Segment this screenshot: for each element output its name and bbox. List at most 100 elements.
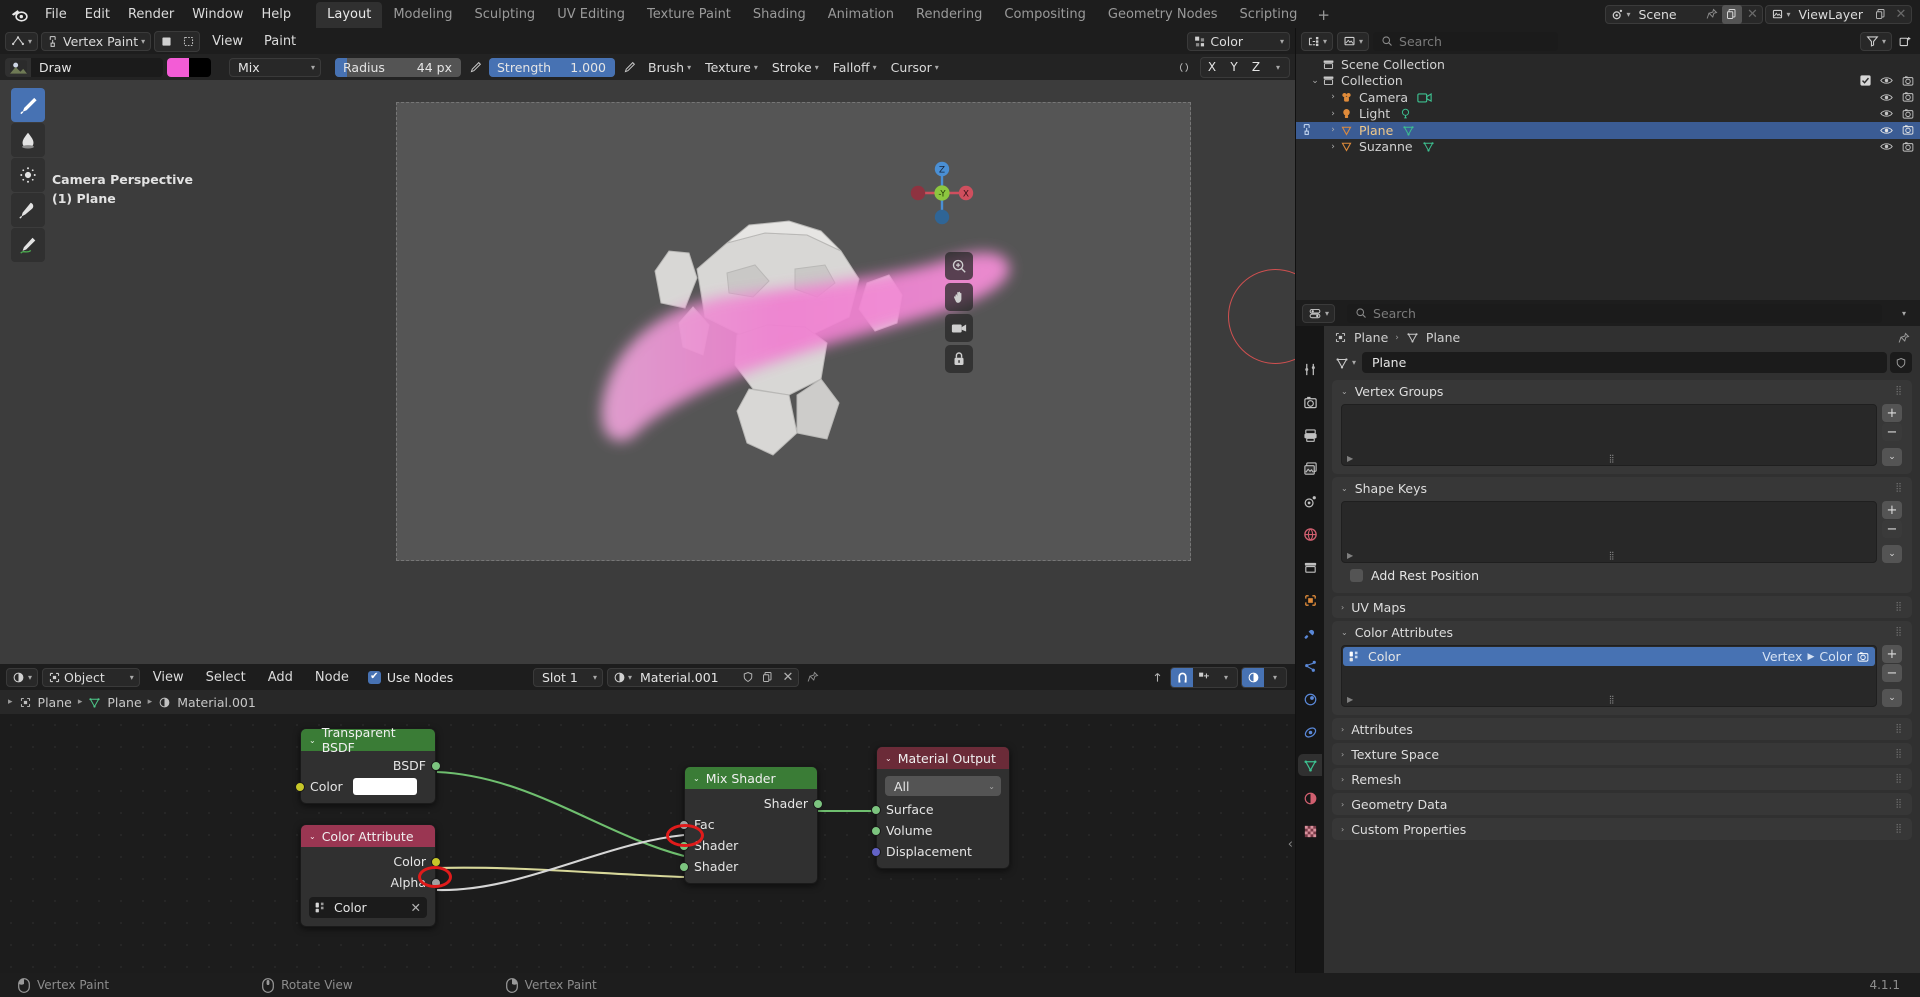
- transparent-bsdf-node[interactable]: ⌄ Transparent BSDF BSDF Color: [295, 725, 441, 804]
- brush-color-swatches[interactable]: [167, 57, 211, 77]
- scene-browse-icon[interactable]: ▾: [1606, 8, 1632, 21]
- annotate-tool[interactable]: [11, 228, 45, 262]
- collection-exclude-checkbox[interactable]: [1860, 75, 1871, 86]
- pin-material-icon[interactable]: [803, 668, 823, 687]
- panel-geometry-data[interactable]: › Geometry Data ⣿: [1332, 793, 1912, 815]
- material-name[interactable]: Material.001: [634, 670, 738, 685]
- shader-menu-add[interactable]: Add: [259, 670, 302, 685]
- color-attributes-list[interactable]: Color Vertex ▶ Color ▶ ⣿: [1341, 645, 1877, 707]
- menu-help[interactable]: Help: [253, 4, 301, 25]
- output-surface-socket[interactable]: [871, 804, 881, 815]
- view-layer-name[interactable]: ViewLayer: [1792, 7, 1871, 22]
- tab-modifiers[interactable]: [1298, 622, 1322, 644]
- tab-constraints[interactable]: [1298, 721, 1322, 743]
- mix-shader2-input-socket[interactable]: [679, 861, 689, 872]
- light-hide-viewport-icon[interactable]: [1880, 108, 1893, 119]
- tab-particles[interactable]: [1298, 655, 1322, 677]
- brush-popover[interactable]: Brush ▾: [643, 58, 696, 77]
- tab-animation[interactable]: Animation: [817, 2, 905, 28]
- radius-pressure-icon[interactable]: [465, 58, 485, 77]
- color-attribute-header[interactable]: ⌄ Color Attribute: [301, 825, 435, 847]
- add-vertex-group-button[interactable]: +: [1882, 404, 1902, 422]
- mix-shader-header[interactable]: ⌄ Mix Shader: [685, 767, 817, 789]
- tab-physics[interactable]: [1298, 688, 1322, 710]
- falloff-popover[interactable]: Falloff ▾: [828, 58, 882, 77]
- material-output-header[interactable]: ⌄ Material Output: [877, 747, 1009, 769]
- vertex-mask-icon[interactable]: [177, 32, 199, 51]
- view-layer-browse-icon[interactable]: ▾: [1766, 8, 1792, 21]
- mix-shader-node[interactable]: ⌄ Mix Shader Shader Fac Shader Shader: [679, 766, 823, 884]
- new-collection-icon[interactable]: [1895, 32, 1915, 51]
- vertex-groups-specials-menu[interactable]: ⌄: [1882, 448, 1902, 466]
- new-scene-icon[interactable]: [1722, 4, 1743, 24]
- tab-collection[interactable]: [1298, 556, 1322, 578]
- bsdf-output-row[interactable]: BSDF: [301, 755, 441, 776]
- shape-keys-specials-menu[interactable]: ⌄: [1882, 545, 1902, 563]
- camera-disable-render-icon[interactable]: [1902, 91, 1914, 103]
- strength-pressure-icon[interactable]: [619, 58, 639, 77]
- color-attribute-row[interactable]: Color Vertex ▶ Color: [1343, 647, 1875, 666]
- material-output-node[interactable]: ⌄ Material Output All ⌄ Surface Volume D…: [871, 746, 1010, 869]
- tab-texture-paint[interactable]: Texture Paint: [636, 2, 742, 28]
- node-overlay-chevron[interactable]: ▾: [1264, 668, 1286, 687]
- viewport-menu-view[interactable]: View: [203, 34, 252, 49]
- outliner-row-plane[interactable]: › Plane: [1296, 122, 1920, 139]
- symmetry-axis-toggles[interactable]: X Y Z ▾: [1200, 56, 1290, 78]
- tab-tool[interactable]: [1298, 358, 1322, 380]
- panel-header-color-attributes[interactable]: ⌄ Color Attributes ⣿: [1332, 621, 1912, 643]
- fake-user-toggle-icon[interactable]: [1890, 352, 1912, 373]
- attr-color-output-row[interactable]: Color: [301, 851, 441, 872]
- viewport-menu-paint[interactable]: Paint: [255, 34, 305, 49]
- new-view-layer-icon[interactable]: [1871, 5, 1891, 24]
- camera-disclosure[interactable]: ›: [1326, 92, 1340, 102]
- editor-type-selector[interactable]: ▾: [5, 31, 39, 51]
- 3d-viewport[interactable]: Camera Perspective (1) Plane Z X -Y: [0, 80, 1295, 664]
- pin-scene-icon[interactable]: [1702, 5, 1722, 24]
- delete-scene-icon[interactable]: ✕: [1742, 5, 1762, 24]
- collection-hide-viewport-icon[interactable]: [1880, 75, 1893, 86]
- properties-breadcrumb-object[interactable]: Plane: [1354, 330, 1388, 345]
- transparent-bsdf-header[interactable]: ⌄ Transparent BSDF: [301, 725, 435, 755]
- material-slot-selector[interactable]: Slot 1 ▾: [532, 667, 603, 687]
- breadcrumb-mesh[interactable]: Plane: [107, 695, 141, 710]
- tab-scripting[interactable]: Scripting: [1229, 2, 1309, 28]
- clear-attribute-icon[interactable]: ✕: [411, 900, 421, 915]
- node-overlay-icon[interactable]: [1242, 667, 1264, 687]
- color-input-row[interactable]: Color: [295, 776, 435, 797]
- average-tool[interactable]: [11, 158, 45, 192]
- panel-remesh[interactable]: › Remesh ⣿: [1332, 768, 1912, 790]
- output-displacement-row[interactable]: Displacement: [871, 841, 1009, 862]
- vertex-paint-mask-toggles[interactable]: [154, 30, 201, 52]
- output-surface-row[interactable]: Surface: [871, 799, 1009, 820]
- properties-options-chevron[interactable]: ▾: [1894, 304, 1914, 323]
- remove-vertex-group-button[interactable]: −: [1882, 423, 1902, 441]
- attr-alpha-output-socket[interactable]: [431, 877, 441, 888]
- mix-shader1-input-socket[interactable]: [679, 840, 689, 851]
- outliner-row-camera[interactable]: › Camera: [1296, 89, 1920, 106]
- mix-fac-input-row[interactable]: Fac: [679, 814, 817, 835]
- panel-header-vertex-groups[interactable]: ⌄ Vertex Groups ⣿: [1332, 380, 1912, 402]
- mix-shader1-input-row[interactable]: Shader: [679, 835, 817, 856]
- breadcrumb-object[interactable]: Plane: [38, 695, 72, 710]
- tab-object-data[interactable]: [1298, 754, 1322, 776]
- vertex-groups-list[interactable]: ▶ ⣿: [1341, 404, 1877, 466]
- symmetry-z-toggle[interactable]: Z: [1245, 58, 1267, 77]
- camera-data-icon[interactable]: [1417, 91, 1432, 104]
- attribute-name-value[interactable]: Color: [334, 900, 367, 915]
- shader-editor-type-selector[interactable]: ▾: [6, 667, 39, 687]
- light-disclosure[interactable]: ›: [1326, 109, 1340, 119]
- breadcrumb-material[interactable]: Material.001: [177, 695, 256, 710]
- strength-slider[interactable]: Strength 1.000: [489, 57, 615, 77]
- mix-shader-output-socket[interactable]: [813, 798, 823, 809]
- menu-render[interactable]: Render: [119, 4, 183, 25]
- tab-world[interactable]: [1298, 523, 1322, 545]
- output-target-selector[interactable]: All ⌄: [885, 776, 1001, 796]
- mix-shader-output-row[interactable]: Shader: [685, 793, 823, 814]
- outliner-row-light[interactable]: › Light: [1296, 106, 1920, 123]
- outliner-row-collection[interactable]: ⌄ Collection: [1296, 73, 1920, 90]
- outliner-row-suzanne[interactable]: › Suzanne: [1296, 139, 1920, 156]
- output-volume-socket[interactable]: [871, 825, 881, 836]
- blur-tool[interactable]: [11, 123, 45, 157]
- properties-editor-type-selector[interactable]: ▾: [1302, 303, 1336, 323]
- panel-header-shape-keys[interactable]: ⌄ Shape Keys ⣿: [1332, 477, 1912, 499]
